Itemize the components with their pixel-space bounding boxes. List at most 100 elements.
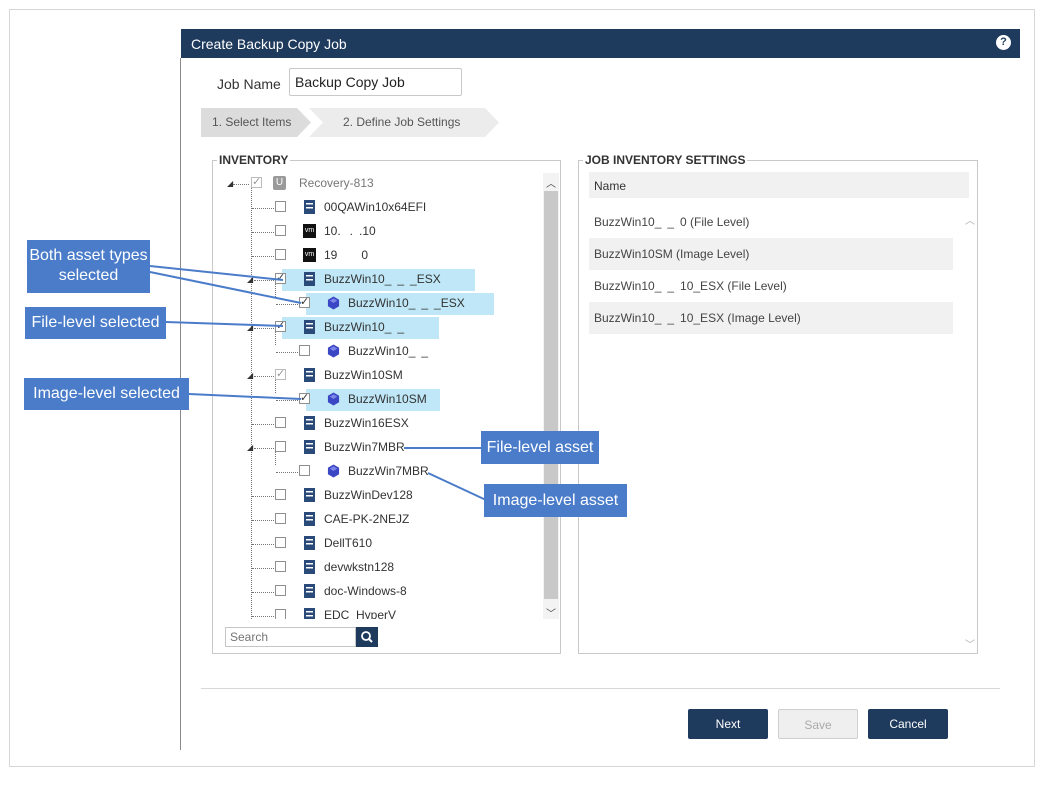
checkbox[interactable] bbox=[275, 367, 286, 380]
tree-connector bbox=[252, 232, 274, 233]
table-row[interactable]: BuzzWin10SM (Image Level) bbox=[589, 238, 953, 270]
tree-item-label: BuzzWin10_ _ _ESX bbox=[324, 272, 441, 286]
tree-item-label: EDC_HyperV bbox=[324, 608, 397, 619]
appliance-icon: U bbox=[273, 176, 286, 190]
tree-item[interactable]: vm 10. . .10 bbox=[223, 221, 523, 243]
checkbox[interactable] bbox=[275, 585, 286, 596]
checkbox[interactable] bbox=[251, 175, 262, 188]
table-cell: BuzzWin10_ _ 0 (File Level) bbox=[594, 215, 750, 229]
step-define-job-settings[interactable]: 2. Define Job Settings bbox=[309, 108, 499, 137]
tree-item[interactable]: devwkstn128 bbox=[223, 557, 523, 579]
table-row[interactable]: BuzzWin10_ _ 10_ESX (Image Level) bbox=[589, 302, 953, 334]
cancel-button[interactable]: Cancel bbox=[868, 709, 948, 739]
tree-connector bbox=[276, 352, 298, 353]
scroll-thumb[interactable] bbox=[544, 191, 558, 599]
checkbox[interactable] bbox=[275, 319, 286, 332]
tree-item[interactable]: DellT610 bbox=[223, 533, 523, 555]
footer-divider bbox=[201, 688, 1000, 689]
tree-item[interactable]: CAE-PK-2NEJZ bbox=[223, 509, 523, 531]
server-icon bbox=[304, 608, 315, 619]
image-level-icon bbox=[327, 296, 340, 310]
step-select-items[interactable]: 1. Select Items bbox=[201, 108, 311, 137]
tree-connector bbox=[252, 592, 274, 593]
server-icon bbox=[304, 560, 315, 574]
settings-scrollbar[interactable]: ︿ ﹀ bbox=[963, 212, 977, 652]
tree-connector bbox=[252, 208, 274, 209]
scroll-up-icon[interactable]: ︿ bbox=[965, 212, 975, 227]
server-icon bbox=[304, 272, 315, 286]
tree-connector bbox=[252, 496, 274, 497]
vmware-icon: vm bbox=[303, 248, 316, 262]
inventory-scrollbar[interactable]: ︿ ﹀ bbox=[543, 173, 559, 620]
tree-connector bbox=[233, 184, 249, 185]
checkbox[interactable] bbox=[299, 345, 310, 356]
server-icon bbox=[304, 512, 315, 526]
tree-connector bbox=[252, 520, 274, 521]
tree-item[interactable]: BuzzWin10SM bbox=[223, 389, 523, 411]
image-level-icon bbox=[327, 464, 340, 478]
expand-icon[interactable]: ◢ bbox=[247, 443, 253, 452]
callout-file-level-asset: File-level asset bbox=[481, 431, 599, 464]
next-button[interactable]: Next bbox=[688, 709, 768, 739]
tree-item[interactable]: BuzzWinDev128 bbox=[223, 485, 523, 507]
tree-item[interactable]: vm 19 0 bbox=[223, 245, 523, 267]
tree-item[interactable]: ◢ BuzzWin10_ _ bbox=[223, 317, 523, 339]
tree-item[interactable]: EDC_HyperV bbox=[223, 605, 523, 619]
inventory-search-input[interactable] bbox=[225, 627, 356, 647]
checkbox[interactable] bbox=[275, 249, 286, 260]
column-header-name: Name bbox=[594, 179, 627, 193]
checkbox[interactable] bbox=[275, 441, 286, 452]
tree-connector bbox=[252, 568, 274, 569]
inventory-tree: ◢ U Recovery-813 00QAWin10x64EFI vm 10. … bbox=[223, 173, 541, 619]
checkbox[interactable] bbox=[275, 201, 286, 212]
checkbox[interactable] bbox=[275, 513, 286, 524]
help-icon[interactable]: ? bbox=[996, 35, 1011, 50]
checkbox[interactable] bbox=[275, 225, 286, 236]
tree-item-label: BuzzWin10_ _ _ESX bbox=[348, 296, 465, 310]
job-name-input[interactable] bbox=[289, 68, 462, 96]
checkbox[interactable] bbox=[275, 561, 286, 572]
tree-item[interactable]: BuzzWin16ESX bbox=[223, 413, 523, 435]
save-button[interactable]: Save bbox=[778, 709, 858, 739]
tree-item[interactable]: BuzzWin10_ _ _ESX bbox=[223, 293, 523, 315]
tree-connector bbox=[276, 304, 298, 305]
search-icon bbox=[361, 631, 373, 643]
scroll-up-icon[interactable]: ︿ bbox=[546, 175, 556, 190]
tree-item[interactable]: BuzzWin7MBR bbox=[223, 461, 523, 483]
tree-connector bbox=[252, 424, 274, 425]
server-icon bbox=[304, 200, 315, 214]
table-row[interactable]: BuzzWin10_ _ 0 (File Level) bbox=[589, 206, 953, 238]
expand-icon[interactable]: ◢ bbox=[247, 323, 253, 332]
expand-icon[interactable]: ◢ bbox=[247, 371, 253, 380]
tree-item[interactable]: doc-Windows-8 bbox=[223, 581, 523, 603]
scroll-down-icon[interactable]: ﹀ bbox=[965, 636, 975, 651]
tree-item-label: BuzzWin10_ _ bbox=[324, 320, 411, 334]
search-button[interactable] bbox=[356, 627, 378, 647]
checkbox[interactable] bbox=[275, 417, 286, 428]
checkbox[interactable] bbox=[299, 391, 310, 404]
checkbox[interactable] bbox=[299, 465, 310, 476]
expand-icon[interactable]: ◢ bbox=[247, 275, 253, 284]
tree-item-label: Recovery-813 bbox=[299, 176, 374, 190]
server-icon bbox=[304, 488, 315, 502]
table-header: Name bbox=[589, 172, 969, 198]
checkbox[interactable] bbox=[275, 609, 286, 619]
tree-connector bbox=[276, 472, 298, 473]
scroll-down-icon[interactable]: ﹀ bbox=[546, 605, 556, 620]
callout-file-level-selected: File-level selected bbox=[25, 307, 166, 339]
tree-item[interactable]: ◢ BuzzWin7MBR bbox=[223, 437, 523, 459]
tree-root-recovery[interactable]: ◢ U Recovery-813 bbox=[223, 173, 523, 195]
tree-item[interactable]: BuzzWin10_ _ bbox=[223, 341, 523, 363]
tree-item[interactable]: 00QAWin10x64EFI bbox=[223, 197, 523, 219]
server-icon bbox=[304, 584, 315, 598]
checkbox[interactable] bbox=[275, 537, 286, 548]
tree-item[interactable]: ◢ BuzzWin10_ _ _ESX bbox=[223, 269, 523, 291]
table-row[interactable]: BuzzWin10_ _ 10_ESX (File Level) bbox=[589, 270, 953, 302]
checkbox[interactable] bbox=[299, 295, 310, 308]
checkbox[interactable] bbox=[275, 489, 286, 500]
checkbox[interactable] bbox=[275, 271, 286, 284]
callout-image-level-selected: Image-level selected bbox=[24, 378, 189, 410]
tree-item[interactable]: ◢ BuzzWin10SM bbox=[223, 365, 523, 387]
tree-item-label: 19 0 bbox=[324, 248, 369, 262]
tree-item-label: BuzzWin16ESX bbox=[324, 416, 409, 430]
